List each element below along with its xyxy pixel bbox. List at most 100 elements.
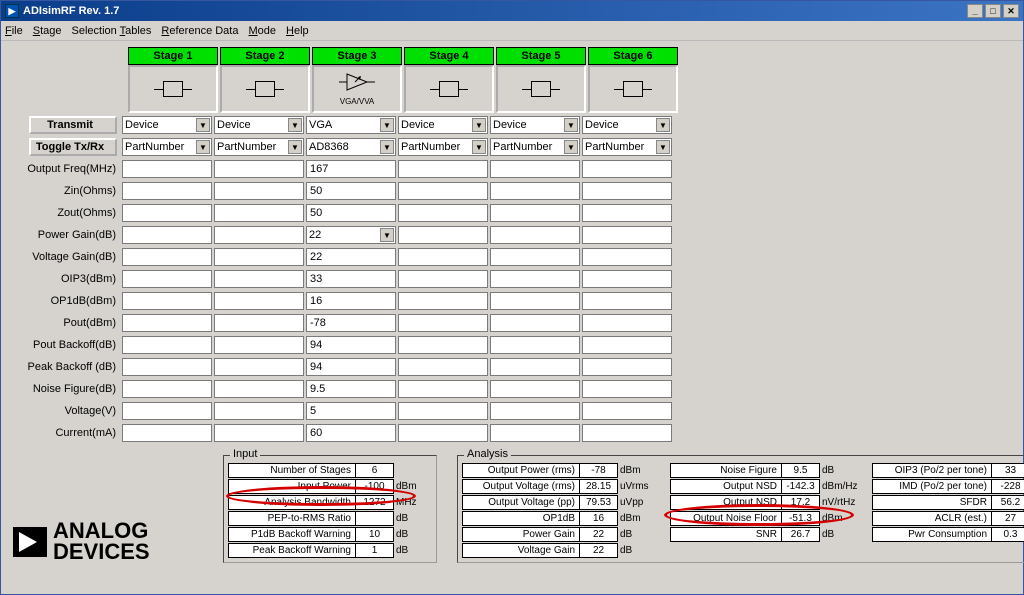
- param-input[interactable]: [490, 314, 580, 332]
- param-input[interactable]: 22▼: [306, 226, 396, 244]
- param-input[interactable]: [582, 182, 672, 200]
- param-input[interactable]: [490, 292, 580, 310]
- partnumber-combo-4[interactable]: PartNumber▼: [398, 138, 488, 156]
- param-input[interactable]: [582, 380, 672, 398]
- param-input[interactable]: [398, 292, 488, 310]
- param-input[interactable]: 94: [306, 358, 396, 376]
- stage-symbol-3[interactable]: VGA/VVA: [312, 65, 402, 113]
- param-input[interactable]: [398, 358, 488, 376]
- param-input[interactable]: [490, 358, 580, 376]
- param-input[interactable]: [490, 380, 580, 398]
- menu-mode[interactable]: Mode: [248, 25, 276, 37]
- param-input[interactable]: [398, 336, 488, 354]
- stage-symbol-6[interactable]: [588, 65, 678, 113]
- stage-symbol-4[interactable]: [404, 65, 494, 113]
- param-input[interactable]: [398, 226, 488, 244]
- device-combo-6[interactable]: Device▼: [582, 116, 672, 134]
- param-input[interactable]: 33: [306, 270, 396, 288]
- param-input[interactable]: -78: [306, 314, 396, 332]
- param-input[interactable]: [122, 226, 212, 244]
- param-input[interactable]: [214, 292, 304, 310]
- device-combo-4[interactable]: Device▼: [398, 116, 488, 134]
- param-input[interactable]: [398, 248, 488, 266]
- menu-stage[interactable]: Stage: [33, 25, 62, 37]
- param-input[interactable]: [490, 248, 580, 266]
- menu-file[interactable]: File: [5, 25, 23, 37]
- param-input[interactable]: [582, 160, 672, 178]
- param-input[interactable]: [214, 270, 304, 288]
- param-input[interactable]: [582, 270, 672, 288]
- param-input[interactable]: [122, 336, 212, 354]
- stage-symbol-1[interactable]: [128, 65, 218, 113]
- param-input[interactable]: [122, 358, 212, 376]
- param-input[interactable]: [214, 424, 304, 442]
- param-input[interactable]: [122, 314, 212, 332]
- param-input[interactable]: [490, 336, 580, 354]
- toggle-txrx-button[interactable]: Toggle Tx/Rx: [29, 138, 117, 156]
- param-input[interactable]: [122, 380, 212, 398]
- param-input[interactable]: 167: [306, 160, 396, 178]
- param-input[interactable]: 22: [306, 248, 396, 266]
- stage-symbol-2[interactable]: [220, 65, 310, 113]
- param-input[interactable]: [122, 248, 212, 266]
- param-input[interactable]: [490, 204, 580, 222]
- param-input[interactable]: [582, 402, 672, 420]
- param-input[interactable]: [582, 226, 672, 244]
- param-input[interactable]: [490, 160, 580, 178]
- param-input[interactable]: 50: [306, 182, 396, 200]
- device-combo-2[interactable]: Device▼: [214, 116, 304, 134]
- param-input[interactable]: [490, 182, 580, 200]
- param-input[interactable]: [582, 292, 672, 310]
- param-input[interactable]: [122, 270, 212, 288]
- param-input[interactable]: [122, 182, 212, 200]
- device-combo-5[interactable]: Device▼: [490, 116, 580, 134]
- param-input[interactable]: [122, 160, 212, 178]
- param-input[interactable]: [582, 424, 672, 442]
- close-button[interactable]: ✕: [1003, 4, 1019, 18]
- param-input[interactable]: [582, 336, 672, 354]
- param-input[interactable]: [582, 248, 672, 266]
- param-input[interactable]: [122, 292, 212, 310]
- menu-help[interactable]: Help: [286, 25, 309, 37]
- param-input[interactable]: [398, 270, 488, 288]
- param-input[interactable]: [582, 314, 672, 332]
- minimize-button[interactable]: _: [967, 4, 983, 18]
- param-input[interactable]: [214, 336, 304, 354]
- partnumber-combo-3[interactable]: AD8368▼: [306, 138, 396, 156]
- param-input[interactable]: [398, 314, 488, 332]
- param-input[interactable]: [214, 248, 304, 266]
- param-input[interactable]: [214, 182, 304, 200]
- partnumber-combo-2[interactable]: PartNumber▼: [214, 138, 304, 156]
- param-input[interactable]: [214, 358, 304, 376]
- param-input[interactable]: [214, 204, 304, 222]
- param-input[interactable]: [214, 402, 304, 420]
- param-input[interactable]: [398, 424, 488, 442]
- param-input[interactable]: [582, 358, 672, 376]
- param-input[interactable]: [490, 424, 580, 442]
- param-input[interactable]: [398, 160, 488, 178]
- partnumber-combo-6[interactable]: PartNumber▼: [582, 138, 672, 156]
- param-input[interactable]: [398, 402, 488, 420]
- param-input[interactable]: [214, 380, 304, 398]
- param-input[interactable]: 9.5: [306, 380, 396, 398]
- param-input[interactable]: 16: [306, 292, 396, 310]
- param-input[interactable]: [214, 314, 304, 332]
- param-input[interactable]: 94: [306, 336, 396, 354]
- param-input[interactable]: [398, 380, 488, 398]
- param-input[interactable]: [122, 204, 212, 222]
- device-combo-1[interactable]: Device▼: [122, 116, 212, 134]
- param-input[interactable]: [490, 402, 580, 420]
- param-input[interactable]: [490, 270, 580, 288]
- param-input[interactable]: [214, 160, 304, 178]
- param-input[interactable]: [214, 226, 304, 244]
- stage-symbol-5[interactable]: [496, 65, 586, 113]
- transmit-button[interactable]: Transmit: [29, 116, 117, 134]
- partnumber-combo-1[interactable]: PartNumber▼: [122, 138, 212, 156]
- param-input[interactable]: 60: [306, 424, 396, 442]
- menu-reference-data[interactable]: Reference Data: [161, 25, 238, 37]
- menu-selection-tables[interactable]: Selection Tables: [72, 25, 152, 37]
- param-input[interactable]: [582, 204, 672, 222]
- partnumber-combo-5[interactable]: PartNumber▼: [490, 138, 580, 156]
- param-input[interactable]: [122, 402, 212, 420]
- param-input[interactable]: [490, 226, 580, 244]
